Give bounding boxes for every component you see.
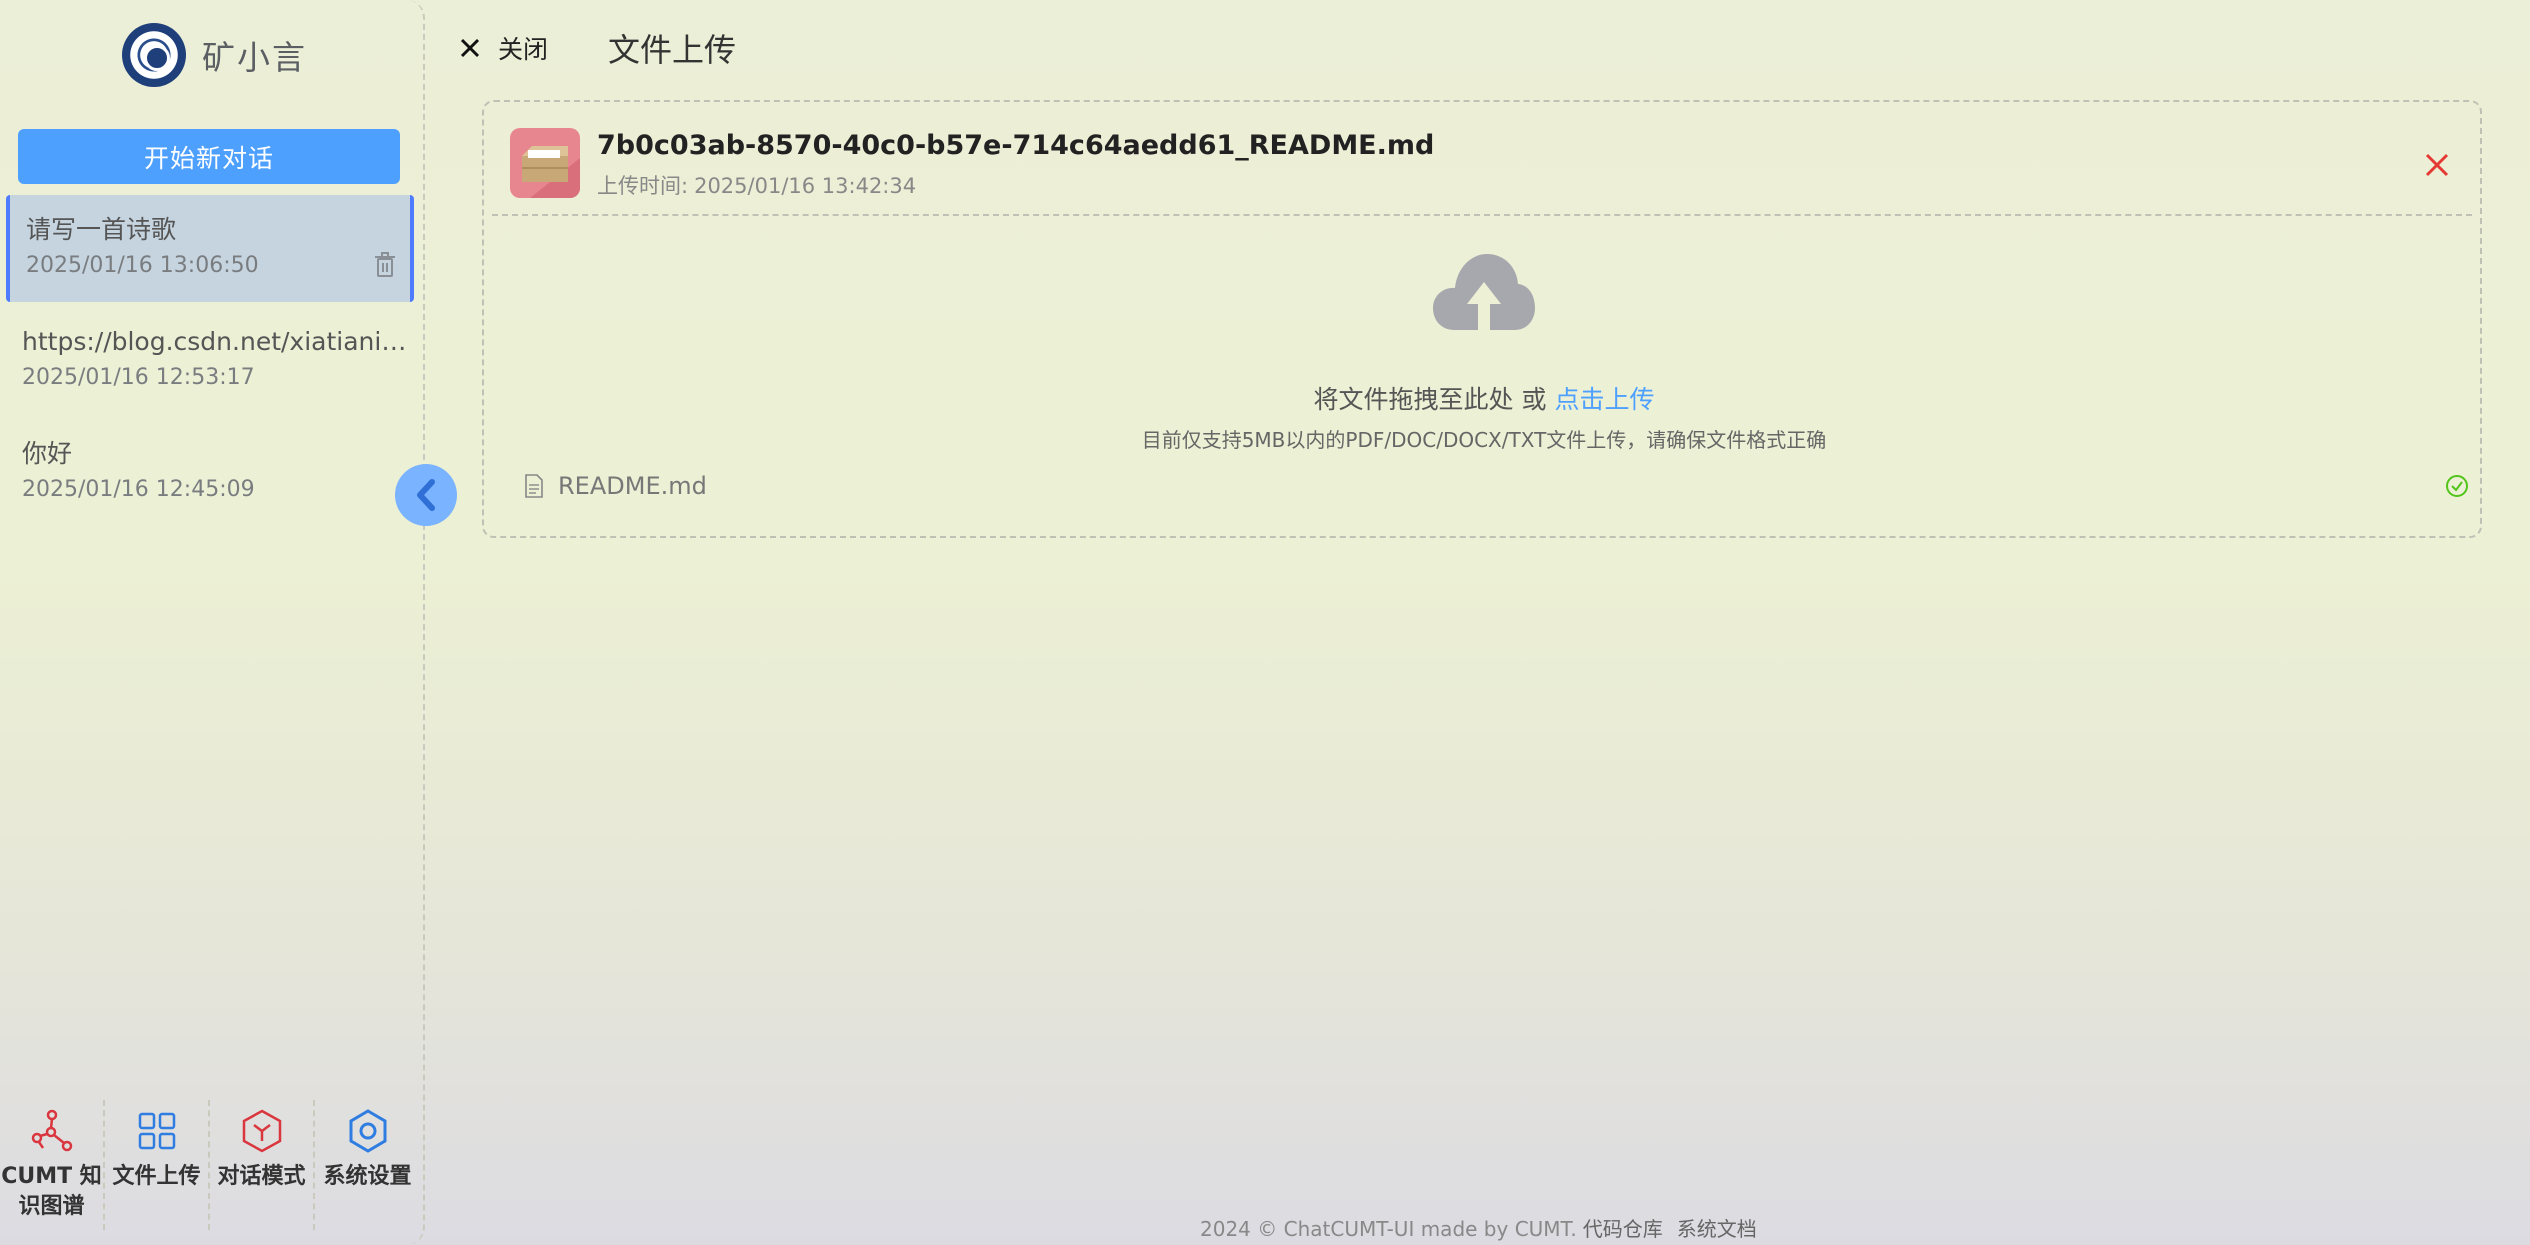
drop-zone-text: 将文件拖拽至此处 或 点击上传 [484,380,2484,416]
settings-icon [349,1109,386,1153]
chat-list: 请写一首诗歌 2025/01/16 13:06:50 https://blog.… [6,195,414,531]
chat-title: 请写一首诗歌 [26,215,177,244]
document-icon [525,474,543,498]
file-name: 7b0c03ab-8570-40c0-b57e-714c64aedd61_REA… [597,130,1435,161]
chat-title: https://blog.csdn.net/xiatianit/arti... [22,327,412,356]
trash-icon[interactable] [374,252,396,278]
remove-file-icon[interactable] [2424,152,2450,178]
graph-icon [31,1109,72,1152]
uploaded-file-header: 7b0c03ab-8570-40c0-b57e-714c64aedd61_REA… [492,112,2472,216]
nav-chat-mode[interactable]: 对话模式 [210,1100,315,1230]
upload-time-label: 上传时间: [597,174,689,198]
chat-time: 2025/01/16 12:53:17 [22,365,255,390]
click-upload-link[interactable]: 点击上传 [1554,385,1654,414]
nav-label: 文件上传 [112,1164,201,1189]
chat-item[interactable]: https://blog.csdn.net/xiatianit/arti... … [6,307,414,414]
repo-link[interactable]: 代码仓库 [1583,1217,1663,1241]
close-label: 关闭 [498,34,549,64]
brand-name: 矿小言 [202,38,307,77]
upload-time: 上传时间: 2025/01/16 13:42:34 [597,170,916,200]
cloud-upload-icon[interactable] [1431,252,1537,334]
nav-file-upload[interactable]: 文件上传 [105,1100,210,1230]
file-box-icon [510,128,580,198]
topbar: 关闭 文件上传 [460,25,736,70]
sidebar: 矿小言 开始新对话 请写一首诗歌 2025/01/16 13:06:50 htt… [0,0,425,1245]
nav-settings[interactable]: 系统设置 [315,1100,420,1230]
upload-panel[interactable]: 7b0c03ab-8570-40c0-b57e-714c64aedd61_REA… [482,100,2482,538]
page-title: 文件上传 [608,30,737,69]
nav-label: 对话模式 [217,1164,306,1189]
upload-time-value: 2025/01/16 13:42:34 [694,174,917,198]
uploaded-file-name: README.md [558,472,707,500]
footer-text: 2024 © ChatCUMT-UI made by CUMT. [1200,1217,1577,1241]
uploaded-file-row[interactable]: README.md [524,468,2469,504]
nav-knowledge-graph[interactable]: CUMT 知识图谱 [0,1100,105,1230]
chat-item-active[interactable]: 请写一首诗歌 2025/01/16 13:06:50 [6,195,414,302]
chat-item[interactable]: 你好 2025/01/16 12:45:09 [6,419,414,526]
bottom-nav: CUMT 知识图谱 文件上传 对话模式 系统设置 [0,1100,425,1230]
new-chat-button[interactable]: 开始新对话 [18,129,400,184]
nav-label: 系统设置 [323,1164,412,1189]
close-button[interactable]: 关闭 [460,30,548,66]
brand: 矿小言 [122,23,307,87]
nav-label: CUMT 知识图谱 [1,1164,102,1219]
success-check-icon [2446,475,2468,497]
upload-tip: 目前仅支持5MB以内的PDF/DOC/DOCX/TXT文件上传，请确保文件格式正… [1141,428,1827,452]
cube-icon [242,1109,281,1153]
collapse-sidebar-button[interactable] [395,464,457,526]
footer: 2024 © ChatCUMT-UI made by CUMT. 代码仓库 系统文档 [1200,1213,1757,1242]
chat-time: 2025/01/16 12:45:09 [22,477,255,502]
docs-link[interactable]: 系统文档 [1677,1217,1757,1241]
grid-icon [138,1112,175,1150]
chat-title: 你好 [22,439,73,468]
drop-text: 将文件拖拽至此处 或 [1313,385,1555,414]
university-logo [122,23,186,87]
close-icon [460,38,480,57]
chat-time: 2025/01/16 13:06:50 [26,253,259,278]
chevron-left-icon [417,479,435,511]
